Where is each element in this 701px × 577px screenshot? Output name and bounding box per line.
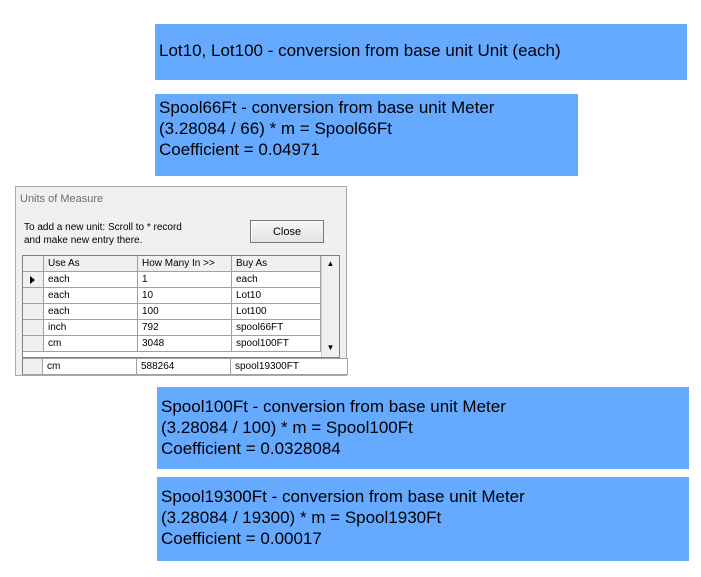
note-spool100ft-conversion: Spool100Ft - conversion from base unit M… <box>157 387 689 469</box>
dialog-title: Units of Measure <box>20 193 104 205</box>
note-line: Spool100Ft - conversion from base unit M… <box>161 397 506 416</box>
note-spool19300ft-conversion: Spool19300Ft - conversion from base unit… <box>157 477 689 561</box>
units-of-measure-dialog: Units of Measure To add a new unit: Scro… <box>15 186 348 376</box>
instruction-line: and make new entry there. <box>24 235 143 246</box>
how-many-in-cell[interactable]: 100 <box>138 304 232 320</box>
vertical-scrollbar[interactable]: ▲ ▼ <box>321 256 339 357</box>
scroll-down-icon[interactable]: ▼ <box>322 340 339 356</box>
record-selector[interactable] <box>23 320 44 336</box>
table-row[interactable]: each 10 Lot10 <box>23 288 321 304</box>
column-header-buy-as[interactable]: Buy As <box>232 256 321 272</box>
use-as-cell[interactable]: each <box>44 304 138 320</box>
buy-as-cell[interactable]: spool100FT <box>232 336 321 352</box>
use-as-cell[interactable]: each <box>44 288 138 304</box>
how-many-in-cell[interactable]: 3048 <box>138 336 232 352</box>
units-grid: Use As How Many In >> Buy As each 1 each… <box>22 255 340 358</box>
note-spool66ft-conversion: Spool66Ft - conversion from base unit Me… <box>155 94 578 176</box>
table-row[interactable]: each 1 each <box>23 272 321 288</box>
buy-as-cell[interactable]: Lot10 <box>232 288 321 304</box>
current-record-arrow-icon <box>30 276 35 284</box>
dialog-instructions: To add a new unit: Scroll to * record an… <box>24 221 182 247</box>
note-line: (3.28084 / 100) * m = Spool100Ft <box>161 418 413 437</box>
how-many-in-cell[interactable]: 792 <box>138 320 232 336</box>
table-row[interactable]: inch 792 spool66FT <box>23 320 321 336</box>
record-selector[interactable] <box>23 288 44 304</box>
note-line: (3.28084 / 19300) * m = Spool1930Ft <box>161 508 442 527</box>
instruction-line: To add a new unit: Scroll to * record <box>24 222 182 233</box>
record-selector[interactable] <box>22 358 43 375</box>
buy-as-cell[interactable]: Lot100 <box>232 304 321 320</box>
buy-as-cell[interactable]: each <box>232 272 321 288</box>
record-selector[interactable] <box>23 304 44 320</box>
header-selector-cell <box>23 256 44 272</box>
how-many-in-cell[interactable]: 588264 <box>137 358 231 375</box>
note-line: Lot10, Lot100 - conversion from base uni… <box>159 41 561 60</box>
record-selector[interactable] <box>23 336 44 352</box>
use-as-cell[interactable]: cm <box>44 336 138 352</box>
note-line: Coefficient = 0.0328084 <box>161 439 341 458</box>
note-line: Spool19300Ft - conversion from base unit… <box>161 487 525 506</box>
scroll-up-icon[interactable]: ▲ <box>322 256 339 272</box>
note-line: Coefficient = 0.04971 <box>159 140 320 159</box>
note-line: (3.28084 / 66) * m = Spool66Ft <box>159 119 392 138</box>
table-row[interactable]: each 100 Lot100 <box>23 304 321 320</box>
column-header-use-as[interactable]: Use As <box>44 256 138 272</box>
use-as-cell[interactable]: cm <box>43 358 137 375</box>
buy-as-cell[interactable]: spool19300FT <box>231 358 348 375</box>
column-header-how-many-in[interactable]: How Many In >> <box>138 256 232 272</box>
note-line: Spool66Ft - conversion from base unit Me… <box>159 98 495 117</box>
record-selector[interactable] <box>23 272 44 288</box>
grid-header-row: Use As How Many In >> Buy As <box>23 256 321 272</box>
note-lot-conversion: Lot10, Lot100 - conversion from base uni… <box>155 24 687 80</box>
new-record-row[interactable]: cm 588264 spool19300FT <box>22 358 348 375</box>
table-row[interactable]: cm 3048 spool100FT <box>23 336 321 352</box>
buy-as-cell[interactable]: spool66FT <box>232 320 321 336</box>
use-as-cell[interactable]: inch <box>44 320 138 336</box>
how-many-in-cell[interactable]: 10 <box>138 288 232 304</box>
close-button[interactable]: Close <box>250 220 324 243</box>
how-many-in-cell[interactable]: 1 <box>138 272 232 288</box>
use-as-cell[interactable]: each <box>44 272 138 288</box>
note-line: Coefficient = 0.00017 <box>161 529 322 548</box>
